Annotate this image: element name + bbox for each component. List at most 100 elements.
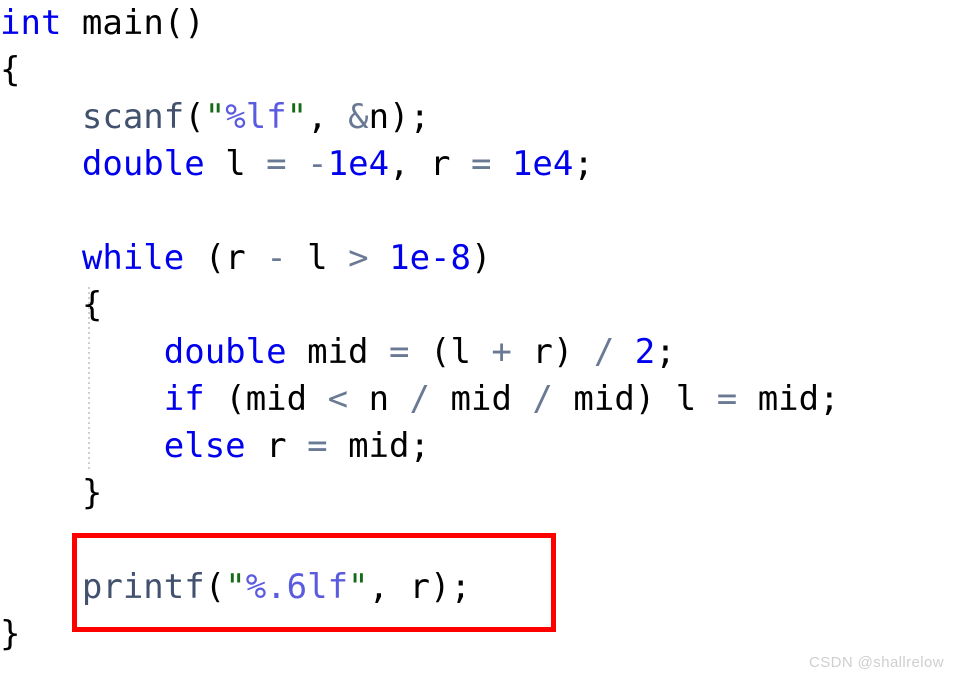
code-token: else <box>163 426 246 466</box>
code-token: mid <box>450 379 512 419</box>
code-line[interactable]: printf("%.6lf", r); <box>0 564 840 611</box>
code-token: mid <box>245 379 308 419</box>
code-token: 1e4 <box>511 144 574 184</box>
code-token: r <box>266 426 287 466</box>
code-line[interactable]: { <box>0 282 840 329</box>
code-editor[interactable]: int main(){ scanf("%lf", &n); double l =… <box>0 0 956 677</box>
code-token: r <box>225 238 246 278</box>
code-line[interactable]: else r = mid; <box>0 423 840 470</box>
code-token: + <box>491 332 512 372</box>
code-token: & <box>348 97 369 137</box>
code-token: %.6lf <box>245 567 349 607</box>
code-line[interactable] <box>0 188 840 235</box>
code-token: l <box>225 144 246 184</box>
code-token: l <box>450 332 471 372</box>
code-line[interactable]: } <box>0 611 840 658</box>
code-token: ; <box>655 332 676 372</box>
code-token: ) <box>470 238 492 278</box>
code-token: = <box>716 379 738 419</box>
code-line[interactable]: } <box>0 470 840 517</box>
code-token: , <box>389 144 430 184</box>
code-token: / <box>532 379 553 419</box>
code-token: r <box>409 567 430 607</box>
code-line[interactable]: while (r - l > 1e-8) <box>0 235 840 282</box>
code-token: ; <box>819 379 840 419</box>
code-token: " <box>286 97 308 137</box>
code-token: ( <box>225 379 246 419</box>
code-token: double <box>163 332 287 372</box>
code-token: , <box>368 567 410 607</box>
code-token: } <box>0 614 21 654</box>
code-token: / <box>409 379 431 419</box>
code-token: ); <box>429 567 471 607</box>
code-token: if <box>163 379 205 419</box>
code-token: " <box>204 97 226 137</box>
code-token: " <box>348 567 369 607</box>
code-line[interactable]: int main() <box>0 0 840 47</box>
code-line[interactable]: if (mid < n / mid / mid) l = mid; <box>0 376 840 423</box>
code-token: int <box>0 3 62 43</box>
code-token: ) <box>634 379 656 419</box>
code-token: } <box>81 473 103 513</box>
code-token: ( <box>204 238 226 278</box>
code-token: n <box>368 97 390 137</box>
code-token: < <box>327 379 349 419</box>
code-token: ( <box>184 97 205 137</box>
code-token: r <box>532 332 553 372</box>
code-token: = <box>388 332 410 372</box>
code-token: ( <box>204 567 226 607</box>
code-line[interactable]: double l = -1e4, r = 1e4; <box>0 141 840 188</box>
code-token: double <box>81 144 205 184</box>
code-token: ); <box>389 97 430 137</box>
code-token: / <box>593 332 615 372</box>
watermark-text: CSDN @shallrelow <box>809 654 944 671</box>
code-line[interactable]: scanf("%lf", &n); <box>0 94 840 141</box>
code-token: " <box>225 567 246 607</box>
code-token: , <box>307 97 349 137</box>
code-token: { <box>0 50 21 90</box>
code-token: ( <box>429 332 451 372</box>
code-line[interactable]: { <box>0 47 840 94</box>
code-token: l <box>675 379 697 419</box>
code-token: ; <box>409 426 430 466</box>
code-token: = <box>470 144 492 184</box>
code-token: printf <box>81 567 205 607</box>
code-token: n <box>368 379 390 419</box>
code-lines-container[interactable]: int main(){ scanf("%lf", &n); double l =… <box>0 0 840 658</box>
code-line[interactable] <box>0 517 840 564</box>
code-line[interactable]: double mid = (l + r) / 2; <box>0 329 840 376</box>
code-token: r <box>430 144 451 184</box>
code-token: mid <box>757 379 820 419</box>
